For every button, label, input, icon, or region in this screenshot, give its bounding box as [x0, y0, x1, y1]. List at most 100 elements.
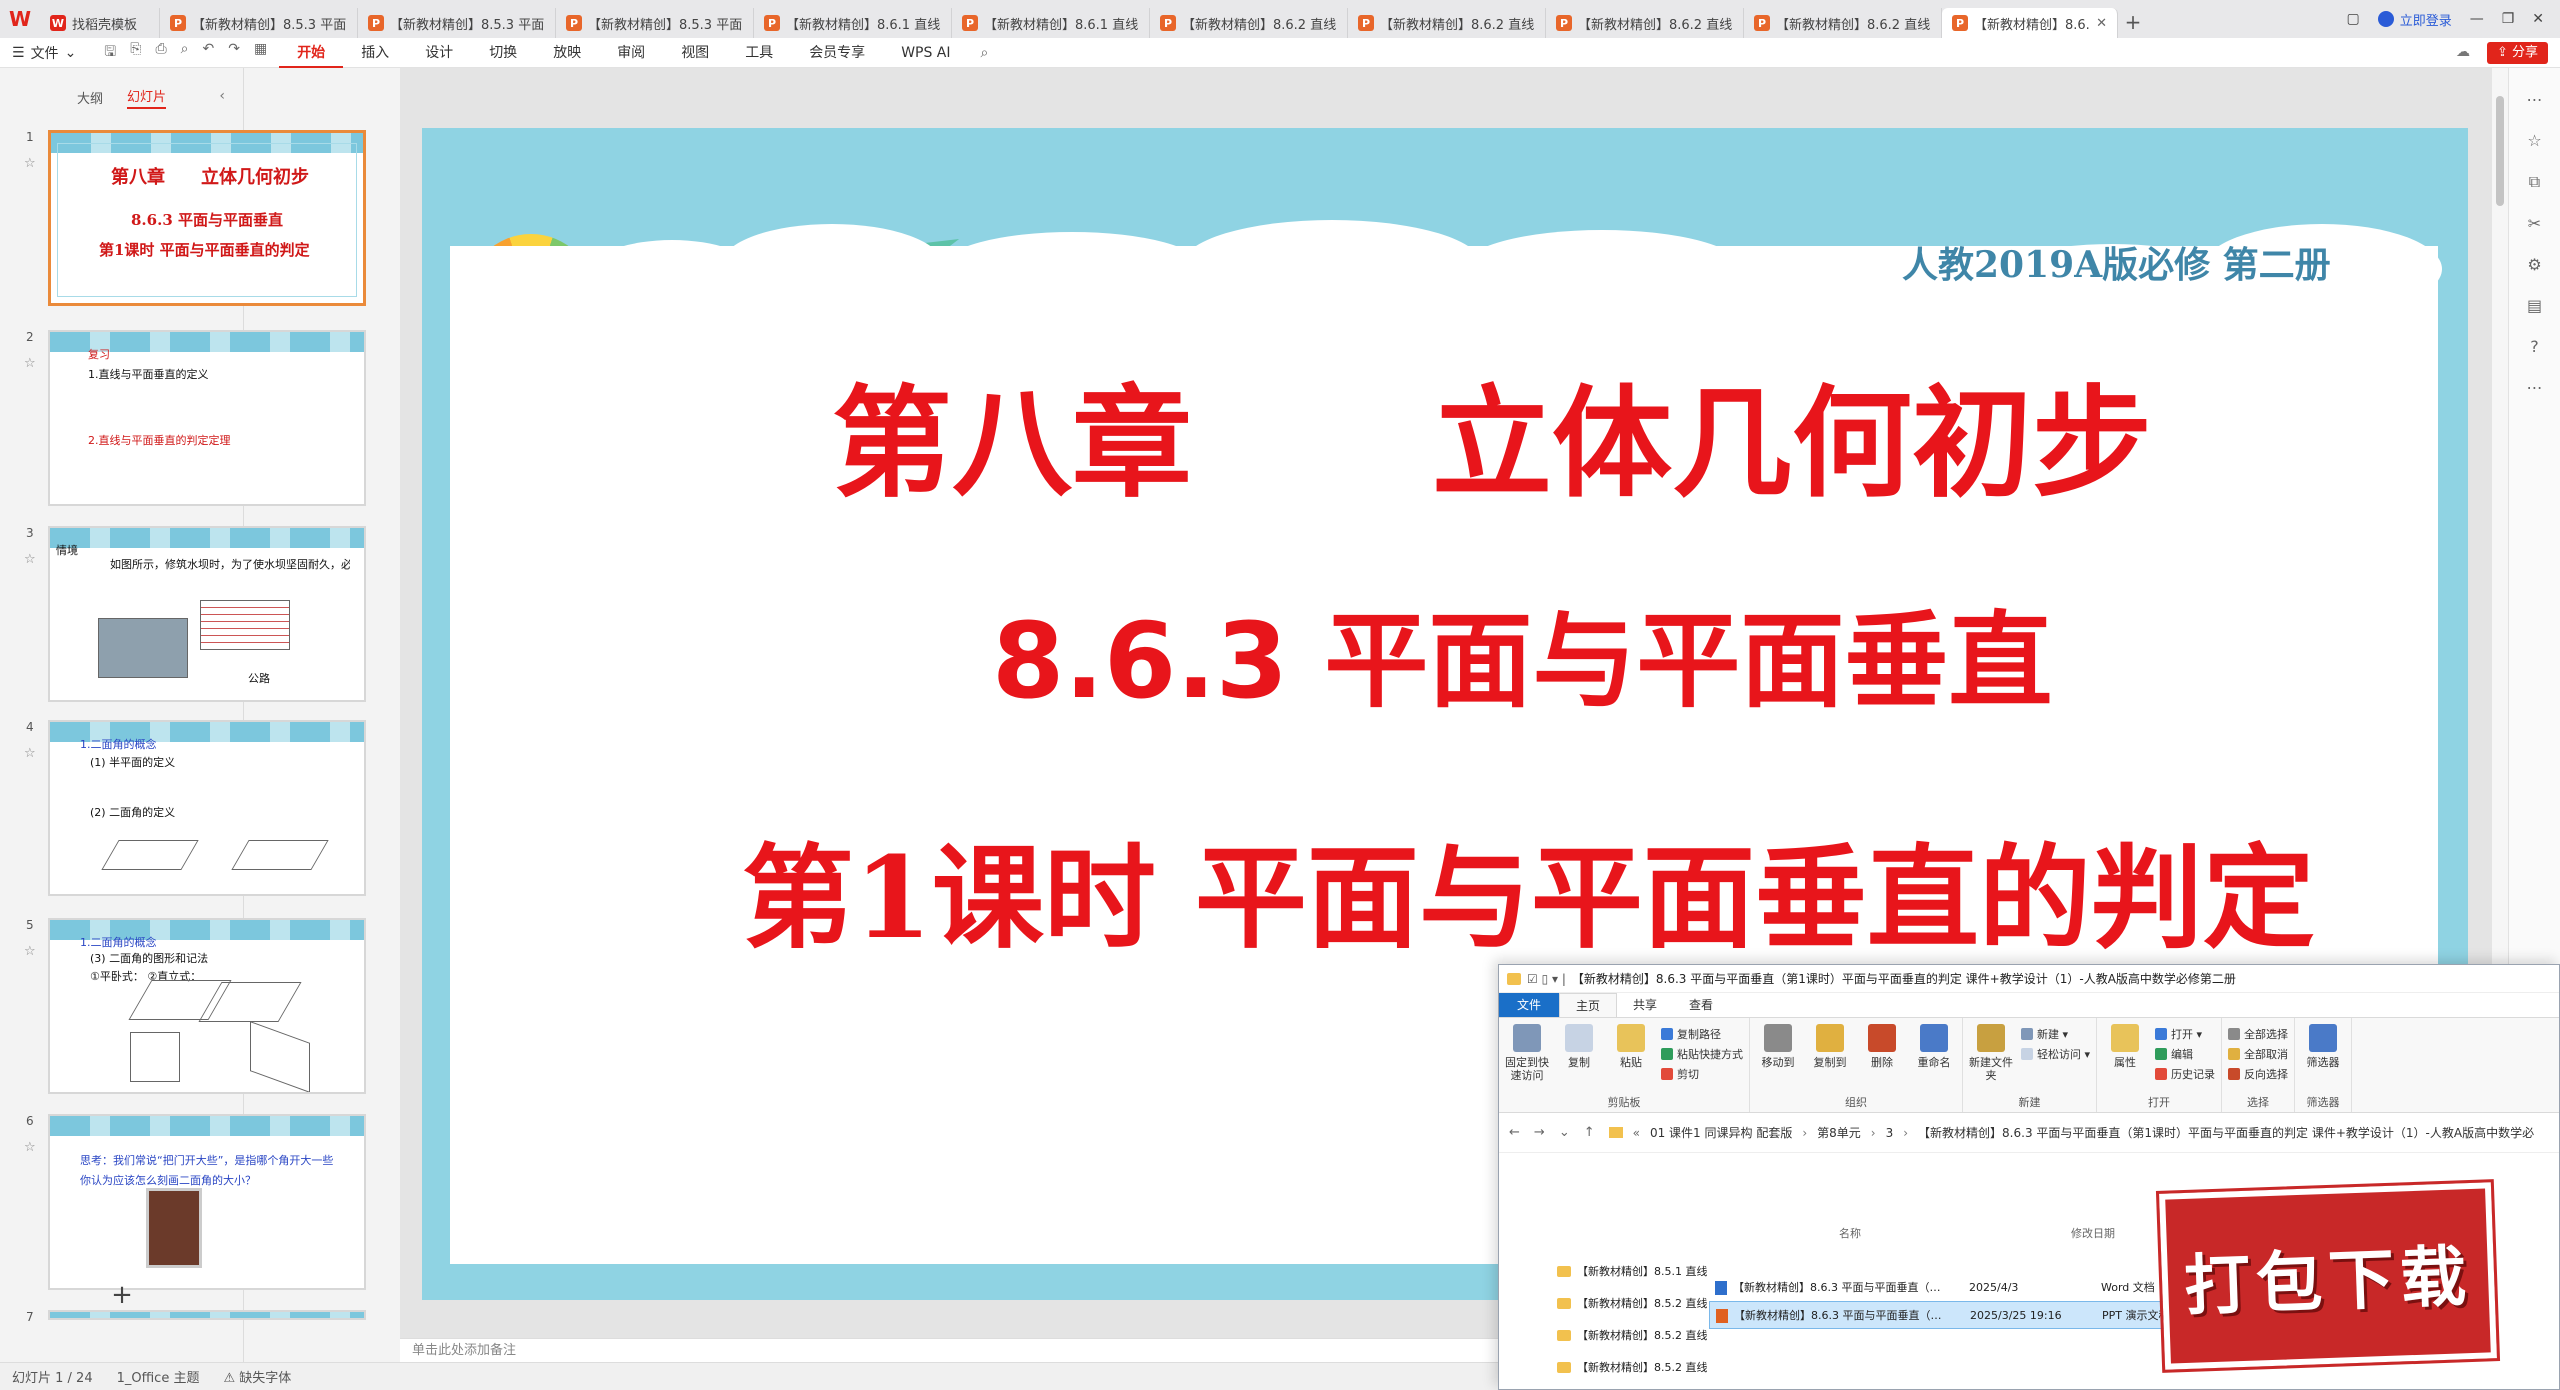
- ribbon-small-button[interactable]: 编辑: [2155, 1046, 2215, 1062]
- menu-item[interactable]: 工具: [727, 38, 791, 68]
- wps-logo-icon[interactable]: W: [0, 0, 40, 38]
- slide-lesson-title[interactable]: 第1课时 平面与平面垂直的判定: [742, 808, 2315, 970]
- settings-icon[interactable]: ⚙: [2527, 255, 2541, 274]
- tab-document[interactable]: P 【新教材精创】8.5.3 平面与: [160, 8, 358, 38]
- menu-item[interactable]: WPS AI: [883, 38, 968, 68]
- tab-document[interactable]: P 【新教材精创】8.6.1 直线与: [754, 8, 952, 38]
- breadcrumb-item[interactable]: 第8单元: [1817, 1124, 1861, 1141]
- print-icon[interactable]: ⎙: [155, 41, 166, 65]
- book-icon[interactable]: ▤: [2527, 296, 2542, 315]
- ribbon-button[interactable]: 重命名: [1912, 1024, 1956, 1094]
- slide-subtitle[interactable]: 人教2019A版必修 第二册: [1902, 236, 2331, 288]
- ribbon-tab[interactable]: 文件: [1499, 993, 1560, 1017]
- ribbon-button[interactable]: 删除: [1860, 1024, 1904, 1094]
- ribbon-button[interactable]: 移动到: [1756, 1024, 1800, 1094]
- export-pdf-icon[interactable]: ⎘: [130, 41, 141, 65]
- tab-document[interactable]: P 【新教材精创】8.5.3 平面与: [556, 8, 754, 38]
- slide-thumbnail[interactable]: 思考：我们常说“把门开大些”，是指哪个角开大一些 你认为应该怎么刻画二面角的大小？: [48, 1114, 366, 1290]
- menu-item[interactable]: 视图: [663, 38, 727, 68]
- ribbon-button[interactable]: 复制: [1557, 1024, 1601, 1094]
- star-icon[interactable]: ☆: [24, 356, 36, 371]
- minimize-icon[interactable]: —: [2470, 11, 2484, 27]
- star-icon[interactable]: ☆: [24, 944, 36, 959]
- tab-document[interactable]: P 【新教材精创】8.6.2 直线与: [1348, 8, 1546, 38]
- menu-item[interactable]: 设计: [407, 38, 471, 68]
- back-icon[interactable]: ←: [1509, 1125, 1520, 1140]
- menu-item[interactable]: 审阅: [599, 38, 663, 68]
- more-options-icon[interactable]: ⋯: [2527, 378, 2543, 397]
- tree-item[interactable]: 【新教材精创】8.5.2 直线与平面: [1557, 1287, 1707, 1319]
- column-name[interactable]: 名称: [1839, 1225, 1861, 1241]
- search-icon[interactable]: ⌕: [969, 45, 1001, 61]
- menu-item[interactable]: 插入: [343, 38, 407, 68]
- ribbon-button[interactable]: 属性: [2103, 1024, 2147, 1094]
- ribbon-small-button[interactable]: 全部取消: [2228, 1046, 2288, 1062]
- breadcrumb[interactable]: « 01 课件1 同课异构 配套版 › 第8单元 › 3 › 【新教材精创】8.6.3 平面…: [1608, 1124, 2534, 1141]
- redo-icon[interactable]: ↷: [228, 41, 240, 65]
- ribbon-small-button[interactable]: 复制路径: [1661, 1026, 1743, 1042]
- new-tab-button[interactable]: +: [2118, 10, 2148, 34]
- menu-item[interactable]: 切换: [471, 38, 535, 68]
- tab-document[interactable]: P 【新教材精创】8.6.2 直线与: [1546, 8, 1744, 38]
- ribbon-button[interactable]: 筛选器: [2301, 1024, 2345, 1094]
- ribbon-button[interactable]: 粘贴: [1609, 1024, 1653, 1094]
- breadcrumb-item[interactable]: 01 课件1 同课异构 配套版: [1650, 1124, 1792, 1141]
- ribbon-tab[interactable]: 查看: [1673, 993, 1729, 1017]
- ribbon-small-button[interactable]: 历史记录: [2155, 1066, 2215, 1082]
- undo-icon[interactable]: ↶: [202, 41, 214, 65]
- star-icon[interactable]: ☆: [24, 746, 36, 761]
- ribbon-tab[interactable]: 主页: [1559, 993, 1618, 1017]
- explorer-quick-icons[interactable]: ☑ ▯ ▾ |: [1527, 972, 1566, 986]
- tree-item[interactable]: 【新教材精创】8.5.2 直线与平面: [1557, 1351, 1707, 1383]
- share-button[interactable]: ⇪ 分享: [2486, 42, 2548, 64]
- slide-thumbnail[interactable]: 1.二面角的概念 (1) 半平面的定义 (2) 二面角的定义: [48, 720, 366, 896]
- collapse-panel-icon[interactable]: ‹: [219, 88, 225, 104]
- copy-icon[interactable]: ⧉: [2529, 172, 2540, 192]
- window-layout-icon[interactable]: ▢: [2346, 11, 2359, 27]
- tab-outline[interactable]: 大纲: [77, 88, 103, 107]
- slide-thumbnail[interactable]: 1.二面角的概念 (3) 二面角的图形和记法 ①平卧式： ②直立式：: [48, 918, 366, 1094]
- save-icon[interactable]: 🖫: [104, 41, 116, 65]
- slide-chapter-title[interactable]: 第八章 立体几何初步: [832, 346, 2152, 520]
- ribbon-small-button[interactable]: 全部选择: [2228, 1026, 2288, 1042]
- star-icon[interactable]: ☆: [24, 156, 36, 171]
- tab-document[interactable]: P 【新教材精创】8.6.1 直线与: [952, 8, 1150, 38]
- download-badge[interactable]: 打包下载: [2155, 1179, 2501, 1373]
- scrollbar-thumb[interactable]: [2496, 96, 2504, 206]
- star-icon[interactable]: ☆: [2527, 131, 2541, 150]
- ribbon-button[interactable]: 新建文件夹: [1969, 1024, 2013, 1094]
- tab-document[interactable]: W 找稻壳模板: [40, 8, 160, 38]
- ribbon-small-button[interactable]: 粘贴快捷方式: [1661, 1046, 1743, 1062]
- star-icon[interactable]: ☆: [24, 1140, 36, 1155]
- up-icon[interactable]: ↑: [1584, 1125, 1595, 1140]
- tab-document[interactable]: P 【新教材精创】8.5.3 平面与: [358, 8, 556, 38]
- more-icon[interactable]: ⋯: [2527, 90, 2543, 109]
- ribbon-tab[interactable]: 共享: [1617, 993, 1673, 1017]
- column-date[interactable]: 修改日期: [2071, 1225, 2115, 1241]
- slide-section-title[interactable]: 8.6.3 平面与平面垂直: [992, 576, 2052, 727]
- forward-icon[interactable]: →: [1534, 1125, 1545, 1140]
- tab-active-document[interactable]: P 【新教材精创】8.6.3 ✕: [1942, 8, 2118, 38]
- login-button[interactable]: 立即登录: [2377, 10, 2452, 29]
- missing-font-status[interactable]: ⚠ 缺失字体: [223, 1367, 291, 1386]
- breadcrumb-item[interactable]: 3: [1886, 1126, 1894, 1140]
- theme-name[interactable]: 1_Office 主题: [117, 1367, 200, 1386]
- ribbon-small-button[interactable]: 轻松访问 ▾: [2021, 1046, 2090, 1062]
- tree-item[interactable]: 【新教材精创】8.5.2 直线与平面: [1557, 1319, 1707, 1351]
- tools-icon[interactable]: ✂: [2528, 214, 2541, 233]
- slide-thumbnail[interactable]: 复习 1.直线与平面垂直的定义 2.直线与平面垂直的判定定理: [48, 330, 366, 506]
- star-icon[interactable]: ☆: [24, 552, 36, 567]
- ribbon-small-button[interactable]: 反向选择: [2228, 1066, 2288, 1082]
- close-window-icon[interactable]: ✕: [2532, 11, 2544, 27]
- breadcrumb-item[interactable]: 【新教材精创】8.6.3 平面与平面垂直（第1课时）平面与平面垂直的判定 课件+…: [1918, 1124, 2534, 1141]
- tab-document[interactable]: P 【新教材精创】8.6.2 直线与: [1744, 8, 1942, 38]
- menu-item[interactable]: 放映: [535, 38, 599, 68]
- ribbon-small-button[interactable]: 打开 ▾: [2155, 1026, 2215, 1042]
- preview-icon[interactable]: ⌕: [181, 41, 189, 65]
- slide-thumbnail[interactable]: 第八章 立体几何初步 8.6.3 平面与平面垂直 第1课时 平面与平面垂直的判定: [48, 130, 366, 306]
- menu-item[interactable]: 开始: [279, 38, 344, 68]
- slide-thumbnail[interactable]: 情境如图所示，修筑水坝时，为了使水坝坚固耐久，必须使水坝面与水平面成适当的角度公…: [48, 526, 366, 702]
- slide-thumbnail[interactable]: [48, 1310, 366, 1320]
- menu-item[interactable]: 会员专享: [791, 38, 883, 68]
- ribbon-small-button[interactable]: 剪切: [1661, 1066, 1743, 1082]
